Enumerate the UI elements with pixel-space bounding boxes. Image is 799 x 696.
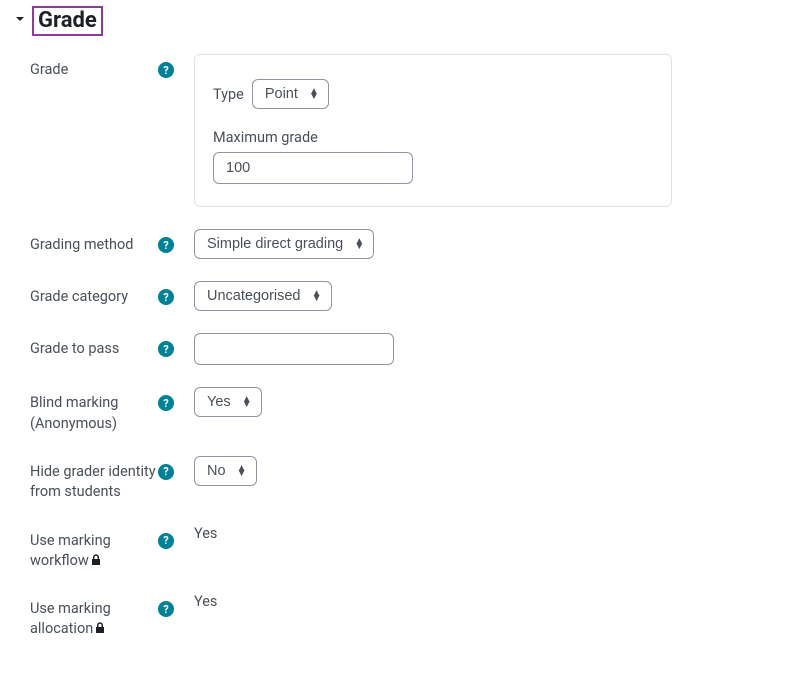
select-grade-category[interactable]: Uncategorised [194, 281, 332, 311]
form-area: Grade ? Type Point ▲▼ Maximum grade Grad… [0, 54, 799, 639]
value-marking-allocation: Yes [194, 592, 217, 610]
help-icon[interactable]: ? [158, 289, 174, 305]
row-marking-workflow: Use marking workflow ? Yes [30, 525, 799, 572]
label-max-grade: Maximum grade [213, 129, 653, 146]
row-marking-allocation: Use marking allocation ? Yes [30, 593, 799, 640]
help-icon[interactable]: ? [158, 395, 174, 411]
label-grade-category: Grade category [30, 287, 128, 307]
row-grading-method: Grading method ? Simple direct grading ▲… [30, 229, 799, 259]
value-marking-workflow: Yes [194, 524, 217, 542]
chevron-down-icon [14, 13, 26, 29]
grade-box: Type Point ▲▼ Maximum grade [194, 54, 672, 207]
help-icon[interactable]: ? [158, 237, 174, 253]
help-icon[interactable]: ? [158, 341, 174, 357]
label-type: Type [213, 86, 244, 103]
label-hide-grader: Hide grader identity from students [30, 462, 158, 503]
row-blind-marking: Blind marking (Anonymous) ? Yes ▲▼ [30, 387, 799, 434]
label-marking-allocation: Use marking allocation [30, 599, 158, 640]
row-grade-category: Grade category ? Uncategorised ▲▼ [30, 281, 799, 311]
row-grade: Grade ? Type Point ▲▼ Maximum grade [30, 54, 799, 207]
help-icon[interactable]: ? [158, 62, 174, 78]
select-grade-type[interactable]: Point [252, 79, 329, 109]
lock-icon [91, 553, 101, 570]
section-title: Grade [32, 6, 103, 36]
section-header[interactable]: Grade [0, 0, 799, 42]
help-icon[interactable]: ? [158, 601, 174, 617]
select-grading-method[interactable]: Simple direct grading [194, 229, 374, 259]
input-max-grade[interactable] [213, 152, 413, 184]
row-hide-grader: Hide grader identity from students ? No … [30, 456, 799, 503]
row-grade-to-pass: Grade to pass ? [30, 333, 799, 365]
lock-icon [95, 621, 105, 638]
select-hide-grader[interactable]: No [194, 456, 257, 486]
label-blind-marking: Blind marking (Anonymous) [30, 393, 158, 434]
input-grade-to-pass[interactable] [194, 333, 394, 365]
label-grade-to-pass: Grade to pass [30, 339, 119, 359]
label-grading-method: Grading method [30, 235, 133, 255]
label-marking-workflow: Use marking workflow [30, 531, 158, 572]
select-blind-marking[interactable]: Yes [194, 387, 262, 417]
help-icon[interactable]: ? [158, 533, 174, 549]
label-grade: Grade [30, 60, 68, 80]
help-icon[interactable]: ? [158, 464, 174, 480]
